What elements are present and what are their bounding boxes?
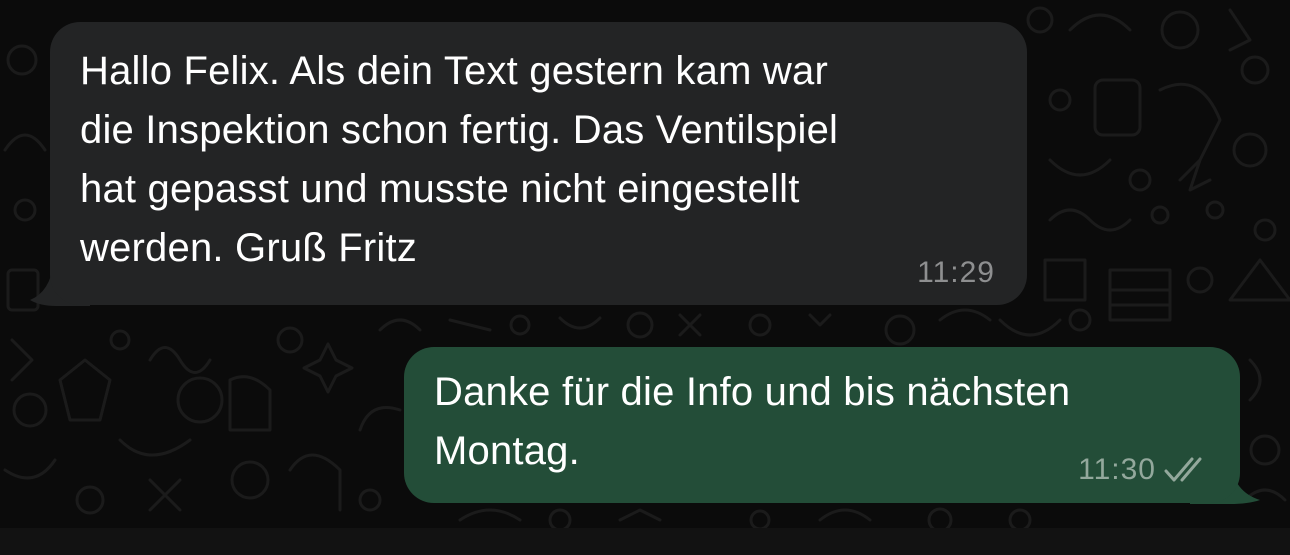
double-check-icon	[1164, 457, 1202, 482]
message-meta: 11:29	[917, 256, 995, 290]
message-timestamp: 11:29	[917, 256, 995, 289]
message-timestamp: 11:30	[1078, 453, 1156, 486]
message-meta: 11:30	[1078, 453, 1210, 487]
chat-area[interactable]: Hallo Felix. Als dein Text gestern kam w…	[0, 0, 1290, 528]
outgoing-message-bubble[interactable]: Danke für die Info und bis nächsten Mont…	[404, 347, 1240, 503]
incoming-message-bubble[interactable]: Hallo Felix. Als dein Text gestern kam w…	[50, 22, 1027, 305]
message-text: Hallo Felix. Als dein Text gestern kam w…	[80, 49, 839, 270]
bottom-bar	[0, 528, 1290, 555]
